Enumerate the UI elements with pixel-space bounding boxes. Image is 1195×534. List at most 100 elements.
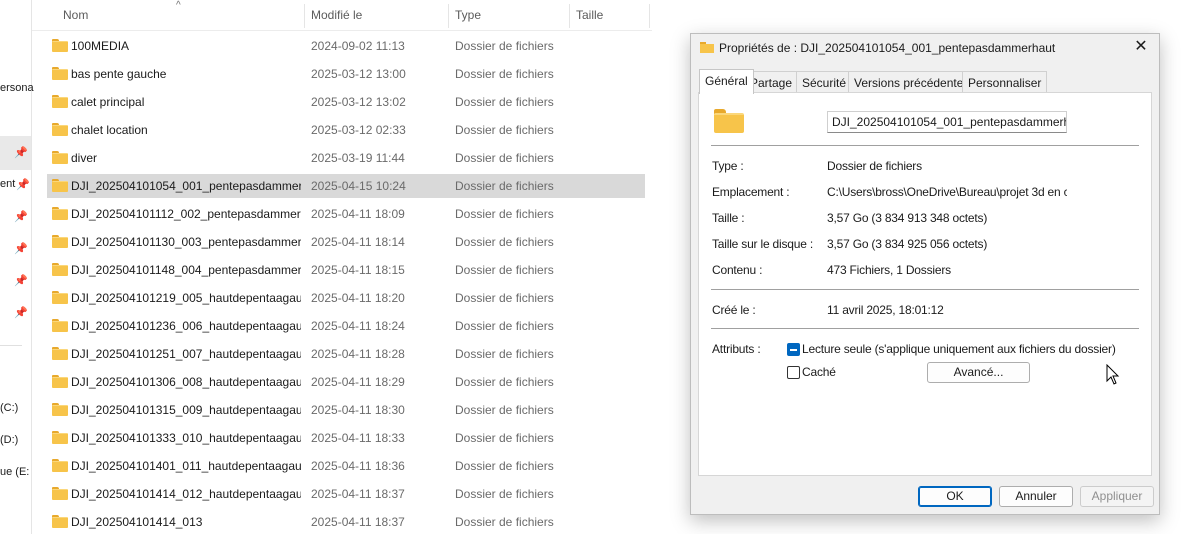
nav-item-recent[interactable]: ent — [0, 178, 15, 190]
file-modified: 2024-09-02 11:13 — [311, 39, 405, 53]
column-modified[interactable]: Modifié le — [311, 8, 362, 22]
attributes-label: Attributs : — [712, 342, 761, 356]
divider — [711, 145, 1139, 146]
file-row[interactable]: DJI_202504101401_011_hautdepentaagau... 2… — [47, 454, 645, 478]
folder-icon — [52, 179, 68, 192]
folder-icon — [52, 347, 68, 360]
file-modified: 2025-04-11 18:24 — [311, 319, 405, 333]
file-row[interactable]: DJI_202504101414_013 2025-04-11 18:37 Doss… — [47, 510, 645, 534]
file-name[interactable]: DJI_202504101333_010_hautdepentaagau... — [71, 431, 301, 445]
ok-button[interactable]: OK — [918, 486, 992, 507]
column-type[interactable]: Type — [455, 8, 481, 22]
file-name[interactable]: chalet location — [71, 123, 301, 137]
divider — [711, 289, 1139, 290]
file-row[interactable]: DJI_202504101148_004_pentepasdammer... 20… — [47, 258, 645, 282]
file-name[interactable]: DJI_202504101315_009_hautdepentaagau... — [71, 403, 301, 417]
file-type: Dossier de fichiers — [455, 403, 554, 417]
folder-icon — [714, 109, 744, 133]
readonly-checkbox[interactable] — [787, 343, 800, 356]
file-row[interactable]: DJI_202504101306_008_hautdepentaagau... 2… — [47, 370, 645, 394]
pin-icon[interactable]: 📌 — [14, 147, 28, 159]
tab-customize[interactable]: Personnaliser — [962, 71, 1048, 93]
file-type: Dossier de fichiers — [455, 39, 554, 53]
folder-icon — [52, 235, 68, 248]
file-name[interactable]: DJI_202504101414_013 — [71, 515, 301, 529]
file-row[interactable]: DJI_202504101414_012_hautdepentaagau... 2… — [47, 482, 645, 506]
hidden-label[interactable]: Caché — [802, 365, 836, 379]
file-name[interactable]: DJI_202504101414_012_hautdepentaagau... — [71, 487, 301, 501]
file-modified: 2025-04-11 18:14 — [311, 235, 405, 249]
file-row[interactable]: DJI_202504101219_005_hautdepentaagau... 2… — [47, 286, 645, 310]
nav-item-personal[interactable]: ersona — [0, 82, 34, 94]
file-type: Dossier de fichiers — [455, 207, 554, 221]
file-row[interactable]: DJI_202504101333_010_hautdepentaagau... 2… — [47, 426, 645, 450]
size-label: Taille : — [712, 211, 745, 225]
file-name[interactable]: DJI_202504101219_005_hautdepentaagau... — [71, 291, 301, 305]
file-modified: 2025-04-11 18:33 — [311, 431, 405, 445]
folder-icon — [52, 291, 68, 304]
nav-item-drive-e[interactable]: ue (E: — [0, 466, 29, 478]
file-row[interactable]: 100MEDIA 2024-09-02 11:13 Dossier de fichi… — [47, 34, 645, 58]
folder-icon — [52, 67, 68, 80]
file-row[interactable]: DJI_202504101315_009_hautdepentaagau... 2… — [47, 398, 645, 422]
file-row[interactable]: DJI_202504101236_006_hautdepentaagau... 2… — [47, 314, 645, 338]
file-modified: 2025-04-15 10:24 — [311, 179, 406, 193]
advanced-button[interactable]: Avancé... — [927, 362, 1030, 383]
folder-icon — [700, 42, 714, 53]
file-name[interactable]: DJI_202504101054_001_pentepasdammer... — [71, 179, 301, 193]
pin-icon[interactable]: 📌 — [14, 243, 28, 255]
file-modified: 2025-04-11 18:37 — [311, 515, 405, 529]
pin-icon[interactable]: 📌 — [14, 275, 28, 287]
file-name[interactable]: DJI_202504101251_007_hautdepentaagau... — [71, 347, 301, 361]
file-name[interactable]: DJI_202504101236_006_hautdepentaagau... — [71, 319, 301, 333]
column-divider[interactable] — [569, 4, 570, 28]
nav-item-drive-c[interactable]: (C:) — [0, 402, 18, 414]
contents-label: Contenu : — [712, 263, 763, 277]
file-row[interactable]: DJI_202504101054_001_pentepasdammer... 20… — [47, 174, 645, 198]
file-name[interactable]: bas pente gauche — [71, 67, 301, 81]
nav-item-drive-d[interactable]: (D:) — [0, 434, 18, 446]
tab-previous-versions[interactable]: Versions précédentes — [848, 71, 976, 93]
pin-icon[interactable]: 📌 — [14, 307, 28, 319]
file-type: Dossier de fichiers — [455, 431, 554, 445]
pin-icon[interactable]: 📌 — [14, 211, 28, 223]
file-type: Dossier de fichiers — [455, 123, 554, 137]
file-row[interactable]: chalet location 2025-03-12 02:33 Dossier d… — [47, 118, 645, 142]
file-name[interactable]: DJI_202504101148_004_pentepasdammer... — [71, 263, 301, 277]
close-button[interactable]: ✕ — [1131, 37, 1151, 57]
file-name[interactable]: 100MEDIA — [71, 39, 301, 53]
file-name[interactable]: calet principal — [71, 95, 301, 109]
column-divider[interactable] — [304, 4, 305, 28]
file-row[interactable]: DJI_202504101251_007_hautdepentaagau... 2… — [47, 342, 645, 366]
folder-name-input[interactable]: DJI_202504101054_001_pentepasdammerhaut — [827, 111, 1067, 133]
file-row[interactable]: DJI_202504101130_003_pentepasdammer... 20… — [47, 230, 645, 254]
file-type: Dossier de fichiers — [455, 67, 554, 81]
file-type: Dossier de fichiers — [455, 319, 554, 333]
apply-button[interactable]: Appliquer — [1080, 486, 1154, 507]
file-name[interactable]: DJI_202504101112_002_pentepasdammer... — [71, 207, 301, 221]
location-value[interactable]: C:\Users\bross\OneDrive\Bureau\projet 3d… — [827, 185, 1067, 199]
tab-general[interactable]: Général — [699, 69, 754, 94]
folder-icon — [52, 319, 68, 332]
tab-security[interactable]: Sécurité — [796, 71, 853, 93]
cancel-button[interactable]: Annuler — [999, 486, 1073, 507]
file-name[interactable]: diver — [71, 151, 301, 165]
hidden-checkbox[interactable] — [787, 366, 800, 379]
type-value: Dossier de fichiers — [827, 159, 922, 173]
navigation-pane: ersona 📌 ent 📌 📌 📌 📌 📌 (C:) (D:) ue (E: — [0, 0, 34, 534]
file-name[interactable]: DJI_202504101306_008_hautdepentaagau... — [71, 375, 301, 389]
file-row[interactable]: bas pente gauche 2025-03-12 13:00 Dossier … — [47, 62, 645, 86]
column-name[interactable]: Nom — [63, 8, 88, 22]
file-row[interactable]: diver 2025-03-19 11:44 Dossier de fichiers — [47, 146, 645, 170]
file-name[interactable]: DJI_202504101130_003_pentepasdammer... — [71, 235, 301, 249]
file-type: Dossier de fichiers — [455, 347, 554, 361]
file-row[interactable]: calet principal 2025-03-12 13:02 Dossier d… — [47, 90, 645, 114]
pin-icon[interactable]: 📌 — [16, 179, 30, 191]
file-modified: 2025-04-11 18:20 — [311, 291, 405, 305]
column-size[interactable]: Taille — [576, 8, 603, 22]
column-divider[interactable] — [649, 4, 650, 28]
column-divider[interactable] — [448, 4, 449, 28]
readonly-label[interactable]: Lecture seule (s'applique uniquement aux… — [802, 342, 1116, 356]
file-name[interactable]: DJI_202504101401_011_hautdepentaagau... — [71, 459, 301, 473]
file-row[interactable]: DJI_202504101112_002_pentepasdammer... 20… — [47, 202, 645, 226]
